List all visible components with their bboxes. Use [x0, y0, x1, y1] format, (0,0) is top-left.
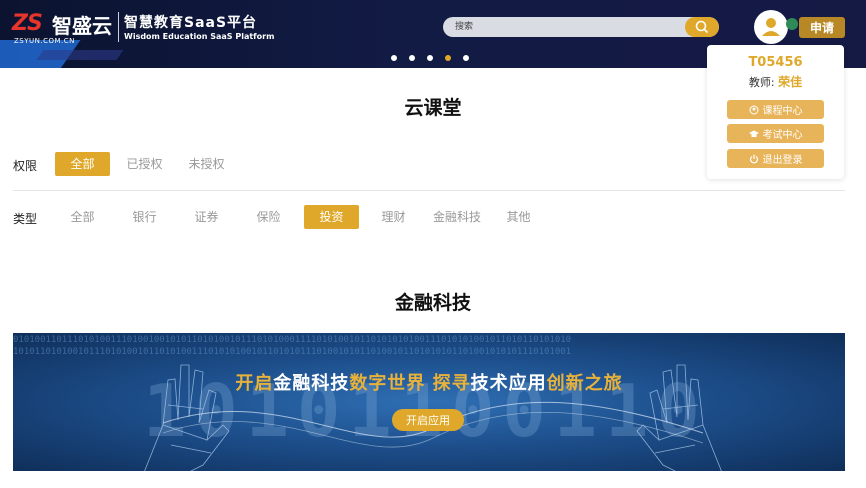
- exam-center-button[interactable]: 考试中心: [727, 124, 824, 143]
- logo-mark[interactable]: ZS: [12, 11, 43, 36]
- carousel-dot[interactable]: [409, 55, 415, 61]
- search-button[interactable]: [685, 17, 719, 37]
- online-status-dot: [786, 18, 798, 30]
- filter-divider: [13, 190, 845, 191]
- header-decoration-2: [36, 50, 124, 60]
- banner-headline-part: 金融科技: [273, 373, 350, 394]
- type-option-insurance[interactable]: 保险: [241, 205, 296, 229]
- power-icon: [749, 154, 758, 163]
- carousel-dot[interactable]: [391, 55, 397, 61]
- permission-option-all[interactable]: 全部: [55, 152, 110, 176]
- carousel-dot[interactable]: [427, 55, 433, 61]
- banner-headline-part: 创新之旅: [546, 373, 623, 394]
- user-name: 荣佳: [778, 75, 803, 89]
- fintech-banner[interactable]: 0101001101110101001110100100101011010100…: [13, 333, 845, 471]
- logo-subtitle: 智慧教育SaaS平台: [124, 15, 258, 31]
- permission-option-unauthorized[interactable]: 未授权: [179, 152, 234, 176]
- type-option-fintech[interactable]: 金融科技: [427, 205, 487, 229]
- carousel-dot[interactable]: [463, 55, 469, 61]
- type-option-bank[interactable]: 银行: [117, 205, 172, 229]
- exam-icon: [748, 130, 759, 137]
- logout-button[interactable]: 退出登录: [727, 149, 824, 168]
- type-filter-label: 类型: [13, 212, 38, 226]
- user-avatar[interactable]: [754, 10, 788, 44]
- banner-headline: 开启金融科技数字世界 探寻技术应用创新之旅: [13, 369, 845, 395]
- exam-center-label: 考试中心: [762, 130, 803, 141]
- search-bar: [443, 17, 719, 37]
- type-option-securities[interactable]: 证券: [179, 205, 234, 229]
- type-option-other[interactable]: 其他: [491, 205, 546, 229]
- banner-headline-part: 数字世界: [349, 373, 426, 394]
- user-role: 教师: 荣佳: [707, 73, 844, 90]
- type-option-investment[interactable]: 投资: [304, 205, 359, 229]
- logo-divider: [118, 12, 119, 42]
- logout-label: 退出登录: [762, 155, 803, 166]
- section-title-fintech: 金融科技: [394, 292, 471, 314]
- logo-subtitle-en: Wisdom Education SaaS Platform: [124, 32, 275, 41]
- apply-button[interactable]: 申请: [799, 17, 845, 38]
- role-label: 教师:: [748, 76, 775, 89]
- logo-name[interactable]: 智盛云: [52, 10, 112, 39]
- type-option-all[interactable]: 全部: [55, 205, 110, 229]
- logo-url: ZSYUN.COM.CN: [14, 37, 75, 45]
- open-app-button[interactable]: 开启应用: [392, 409, 464, 431]
- user-icon: [762, 18, 780, 36]
- binary-background: 0101001101110101001110100100101011010100…: [13, 335, 572, 345]
- section-title-cloud-classroom: 云课堂: [404, 97, 462, 119]
- carousel-dot[interactable]: [445, 55, 451, 61]
- banner-headline-part: 技术应用: [470, 373, 547, 394]
- banner-headline-part: 探寻: [425, 373, 471, 394]
- type-option-wealth[interactable]: 理财: [366, 205, 421, 229]
- banner-headline-part: 开启: [235, 373, 274, 394]
- search-icon: [695, 20, 709, 34]
- permission-filter-label: 权限: [13, 159, 38, 173]
- search-input[interactable]: [443, 17, 695, 37]
- permission-option-authorized[interactable]: 已授权: [117, 152, 172, 176]
- user-id: T05456: [748, 55, 803, 70]
